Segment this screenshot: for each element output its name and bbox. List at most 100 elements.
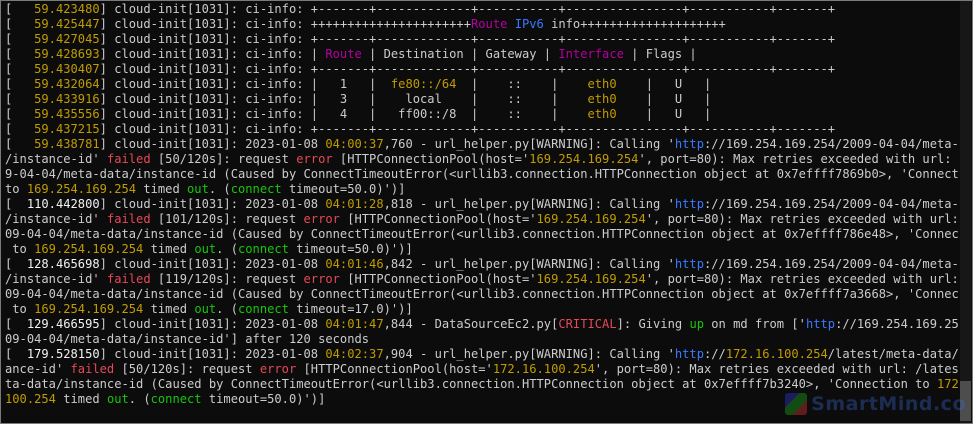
console-text-segment: [ (5, 47, 27, 61)
console-text-segment: . ( (216, 302, 238, 316)
console-text-segment: [50/120s]: request (150, 152, 297, 166)
console-text-segment: 59.427045 (26, 32, 100, 46)
console-text-segment: to (5, 242, 35, 256)
console-text-segment: 59.435556 (26, 107, 100, 121)
console-text-segment: ://169.254.169.254/2009-04-04/meta-data (704, 137, 958, 151)
console-text-segment: 100.254 (5, 392, 56, 406)
console-text-segment: | Destination | Gateway | (361, 47, 559, 61)
console-text-segment: [ (5, 77, 27, 91)
console-text-segment: [ (5, 32, 27, 46)
console-text-segment: connect (230, 182, 282, 196)
console-text-segment: [ (5, 17, 27, 31)
console-line: [ 59.438781] cloud-init[1031]: 2023-01-0… (5, 137, 958, 152)
console-text-segment: | :: | (456, 77, 588, 91)
console-text-segment: error (303, 272, 340, 286)
console-text-segment: 59.437215 (26, 122, 100, 136)
console-text-segment: 59.433916 (26, 92, 100, 106)
console-text-segment: eth0 (587, 77, 617, 91)
console-text-segment: /instance-id' (5, 152, 107, 166)
console-text-segment: | U | (616, 92, 712, 106)
console-text-segment: [101/120s]: request (150, 212, 304, 226)
console-window[interactable]: [ 59.423480] cloud-init[1031]: ci-info: … (0, 0, 973, 424)
console-text-segment: to (5, 302, 35, 316)
console-line: to 169.254.169.254 timed out. (connect t… (5, 302, 958, 317)
console-text-segment: ]: Giving (616, 317, 690, 331)
console-text-segment: timed (55, 392, 107, 406)
console-line: [ 110.442800] cloud-init[1031]: 2023-01-… (5, 197, 958, 212)
console-text-segment: connect (150, 392, 202, 406)
console-text-segment: failed (106, 152, 151, 166)
console-text-segment: 59.432064 (26, 77, 100, 91)
console-text-segment: ] cloud-init[1031]: ci-info: +-------+--… (99, 2, 836, 16)
console-text-segment: IPv6 (514, 17, 544, 31)
console-text-segment: [ (5, 257, 27, 271)
console-text-segment: ] cloud-init[1031]: ci-info: | 1 | (99, 77, 391, 91)
console-line: [ 179.528150] cloud-init[1031]: 2023-01-… (5, 347, 958, 362)
console-text-segment: ance-id' (5, 362, 71, 376)
console-text-segment: 09-04-04/meta-data/instance-id (Caused b… (5, 227, 958, 241)
console-text-segment: on md from [' (704, 317, 806, 331)
console-text-segment: 110.442800 (26, 197, 100, 211)
watermark-text: SmartMind.co (811, 393, 966, 415)
console-text-segment: 09-04-04/meta-data/instance-id (Caused b… (5, 287, 958, 301)
console-text-segment: [119/120s]: request (150, 272, 304, 286)
console-text-segment: eth0 (587, 107, 617, 121)
console-line: [ 59.425447] cloud-init[1031]: ci-info: … (5, 17, 958, 32)
console-line: [ 59.423480] cloud-init[1031]: ci-info: … (5, 2, 958, 17)
console-output[interactable]: [ 59.423480] cloud-init[1031]: ci-info: … (5, 2, 958, 419)
console-text-segment: /latest/meta-data/inst (827, 347, 958, 361)
console-line: to 169.254.169.254 timed out. (connect t… (5, 242, 958, 257)
console-text-segment: error (296, 152, 333, 166)
console-text-segment: [ (5, 317, 27, 331)
console-text-segment: fe80::/64 (390, 77, 457, 91)
console-text-segment: failed (106, 212, 151, 226)
console-text-segment: | U | (616, 77, 712, 91)
console-text-segment: | Flags | (623, 47, 697, 61)
console-text-segment: out (106, 392, 129, 406)
console-text-segment: timed (143, 242, 195, 256)
console-text-segment: failed (106, 272, 151, 286)
console-line: [ 59.437215] cloud-init[1031]: ci-info: … (5, 122, 958, 137)
vertical-scrollbar[interactable] (960, 1, 971, 423)
console-line: /instance-id' failed [101/120s]: request… (5, 212, 958, 227)
console-text-segment: 59.423480 (26, 2, 100, 16)
console-text-segment: /instance-id' (5, 212, 107, 226)
console-text-segment: ta-data/instance-id (Caused by ConnectTi… (5, 377, 937, 391)
console-line: /instance-id' failed [119/120s]: request… (5, 272, 958, 287)
console-text-segment: ', port=80): Max retries exceeded with u… (638, 152, 958, 166)
console-text-segment: ,844 - DataSourceEc2.py[ (383, 317, 559, 331)
console-text-segment: connect (238, 242, 289, 256)
console-text-segment: 04:01:47 (325, 317, 384, 331)
console-text-segment: out (194, 302, 217, 316)
console-text-segment: ://169.254.169.254/2009-04-04/meta-data (704, 197, 958, 211)
stacked-layers-logo-icon (785, 393, 808, 415)
console-text-segment: 04:01:28 (325, 197, 384, 211)
console-text-segment: info++++++++++++++++++++ (543, 17, 726, 31)
console-text-segment: 04:02:37 (325, 347, 384, 361)
console-text-segment: 129.466595 (26, 317, 100, 331)
console-text-segment: :// (704, 347, 726, 361)
console-text-segment: 169.254.169.254 (34, 242, 144, 256)
console-text-segment: ] cloud-init[1031]: 2023-01-08 (99, 347, 326, 361)
console-text-segment: [ (5, 62, 27, 76)
console-text-segment: out (194, 242, 217, 256)
console-line: [ 129.466595] cloud-init[1031]: 2023-01-… (5, 317, 958, 332)
console-line: 9-04-04/meta-data/instance-id (Caused by… (5, 167, 958, 182)
console-text-segment: 169.254.169.254 (536, 212, 646, 226)
console-text-segment: up (689, 317, 704, 331)
console-text-segment: 169.254.169.254 (26, 182, 137, 196)
console-text-segment: 9-04-04/meta-data/instance-id (Caused by… (5, 167, 958, 181)
console-text-segment: [ (5, 347, 27, 361)
console-text-segment: ] cloud-init[1031]: 2023-01-08 (99, 137, 326, 151)
console-text-segment: Interface (558, 47, 624, 61)
console-line: [ 59.433916] cloud-init[1031]: ci-info: … (5, 92, 958, 107)
console-text-segment: http (674, 197, 704, 211)
console-text-segment: 09-04-04/meta-data/instance-id'] after 1… (5, 332, 370, 346)
console-text-segment: [ (5, 197, 27, 211)
console-text-segment: eth0 (587, 92, 617, 106)
console-text-segment: 169.254.169.254 (34, 302, 144, 316)
console-text-segment: connect (238, 302, 289, 316)
console-text-segment: 179.528150 (26, 347, 100, 361)
console-text-segment: ] cloud-init[1031]: ci-info: +-------+--… (99, 32, 836, 46)
console-line: ance-id' failed [50/120s]: request error… (5, 362, 958, 377)
